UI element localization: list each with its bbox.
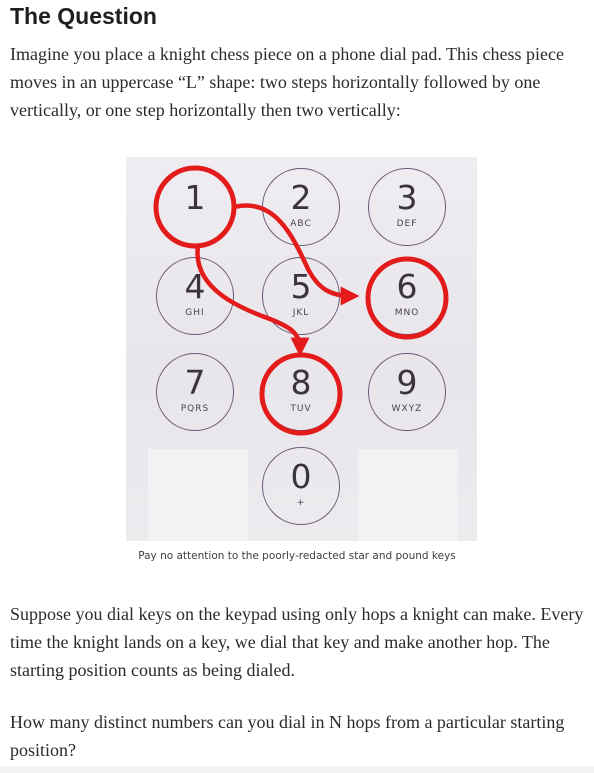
highlight-ring-key-8 <box>259 352 343 436</box>
figure-caption: Pay no attention to the poorly-redacted … <box>138 550 456 562</box>
highlight-ring-key-6 <box>365 256 449 340</box>
move-arrow-1-to-8 <box>195 245 310 357</box>
highlight-ring-key-1 <box>153 165 237 249</box>
article-page: The Question Imagine you place a knight … <box>0 0 594 773</box>
body-paragraph-question: How many distinct numbers can you dial i… <box>10 712 565 760</box>
section-heading: The Question <box>10 3 157 29</box>
knight-moves-overlay <box>153 165 449 436</box>
body-paragraph-dialing: Suppose you dial keys on the keypad usin… <box>10 604 584 680</box>
keypad-figure: 1 2 ABC 3 DEF 4 GHI 5 JKL 6 MNO 7 PQRS 8… <box>126 157 477 541</box>
move-arrow-1-to-6 <box>233 203 360 306</box>
page-bottom-edge <box>0 766 594 773</box>
intro-paragraph: Imagine you place a knight chess piece o… <box>10 44 564 120</box>
